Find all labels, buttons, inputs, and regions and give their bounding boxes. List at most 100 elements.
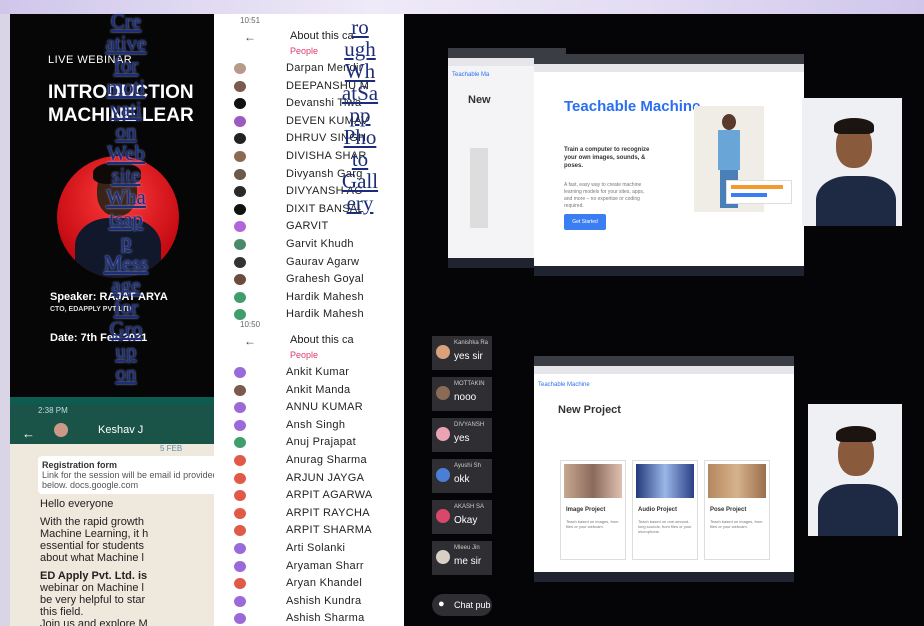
project-text: Teach based on images, from files or you… (566, 519, 619, 529)
member-row[interactable]: Ashish Kundra (214, 593, 404, 611)
member-avatar (234, 525, 246, 537)
chat-line: webinar on Machine l (40, 582, 144, 594)
member-avatar (234, 455, 246, 466)
overlay-word: site (111, 163, 141, 187)
member-row[interactable]: Aryan Khandel (214, 575, 404, 593)
overlay-word: Mess (103, 251, 149, 275)
member-avatar (234, 151, 246, 162)
overlay-word: tsap (109, 207, 143, 231)
overlay-word: ugh (344, 37, 376, 61)
back-arrow-icon[interactable]: ← (244, 30, 256, 44)
link-preview-bubble[interactable]: Registration form Link for the session w… (38, 456, 214, 494)
chat-line: this field. (40, 606, 84, 618)
project-text: Teach based on one-second-long sounds, f… (638, 519, 692, 534)
member-avatar (234, 367, 246, 378)
member-row[interactable]: Ashish Sharma (214, 610, 404, 626)
member-avatar (234, 419, 246, 431)
tm-small-new: New (468, 94, 491, 106)
member-row[interactable]: Ansh Singh (214, 417, 404, 435)
participant-chip[interactable]: DIVYANSH yes (432, 418, 492, 452)
tm-tagline: Train a computer to recognize your own i… (564, 147, 650, 169)
participant-message: me sir (454, 556, 482, 567)
member-row[interactable]: Ankit Kumar (214, 364, 404, 382)
participant-name: Mleeu Jin (454, 545, 480, 551)
member-name: ANNU KUMAR (286, 401, 363, 414)
chat-line: essential for students (40, 540, 144, 552)
shared-screen-teachable: Teachable Machine Train a computer to re… (534, 54, 804, 276)
pose-project-card[interactable]: Pose Project Teach based on images, from… (704, 460, 770, 560)
member-name: GARVIT (286, 220, 329, 233)
contact-name[interactable]: Keshav J (98, 424, 143, 436)
overlay-word: for (113, 295, 139, 319)
participant-avatar (436, 345, 450, 359)
zoom-meeting-area: Teachable Ma New Teachable Machine Train… (404, 14, 924, 626)
member-row[interactable]: ARJUN JAYGA (214, 470, 404, 488)
member-row[interactable]: ARPIT AGARWA (214, 487, 404, 505)
member-row[interactable]: ARPIT SHARMA (214, 522, 404, 540)
member-avatar (234, 63, 246, 74)
member-avatar (234, 437, 246, 449)
browser-urlbar (534, 64, 804, 72)
project-thumb (708, 464, 766, 498)
member-name: Anurag Sharma (286, 454, 367, 466)
member-name: Ansh Singh (286, 418, 346, 431)
back-arrow-icon[interactable]: ← (244, 334, 256, 348)
member-row[interactable]: Anurag Sharma (214, 452, 404, 470)
overlay-word: Gall (341, 169, 379, 193)
chat-message-text: Hello everyone With the rapid growth Machi… (40, 498, 214, 626)
member-name: Arti Solanki (286, 542, 346, 554)
bubble-title: Registration form (42, 460, 118, 470)
participant-chip[interactable]: Kanishka Ra yes sir (432, 336, 492, 370)
overlay-word: Web (107, 141, 145, 165)
member-row[interactable]: Garvit Khudh (214, 236, 404, 254)
member-avatar (234, 168, 246, 180)
participant-chip[interactable]: Ayushi Sh okk (432, 459, 492, 493)
participant-name: Ayushi Sh (454, 463, 481, 469)
class-card (726, 180, 792, 204)
participant-chip[interactable]: MOTTAKIN nooo (432, 377, 492, 411)
member-row[interactable]: Ankit Manda (214, 382, 404, 400)
overlay-word: age (111, 273, 141, 297)
member-avatar (234, 115, 246, 127)
get-started-button[interactable]: Get Started (564, 214, 606, 230)
member-name: ARJUN JAYGA (286, 471, 365, 484)
back-arrow-icon[interactable]: ← (22, 426, 35, 441)
member-row[interactable]: ARPIT RAYCHA (214, 505, 404, 523)
member-row[interactable]: Hardik Mahesh (214, 289, 404, 307)
overlay-text-left: Cre ative for moti vati on Web site Wha tsap p Mess… (86, 10, 166, 384)
participant-chip[interactable]: AKASH SA Okay (432, 500, 492, 534)
chat-public-button[interactable]: ● Chat pub (432, 594, 492, 616)
tm-description: A fast, easy way to create machine learn… (564, 182, 645, 209)
participant-avatar (436, 509, 450, 523)
contact-avatar[interactable] (54, 423, 68, 437)
browser-tabbar (534, 356, 794, 366)
overlay-word: ery (346, 191, 374, 215)
member-row[interactable]: Anuj Prajapat (214, 434, 404, 452)
member-name: Aryan Khandel (286, 577, 363, 590)
member-avatar (234, 133, 246, 145)
member-row[interactable]: GARVIT (214, 218, 404, 236)
overlay-text-middle: ro ugh Wh atSa pp Pho to Gall ery (322, 16, 398, 214)
member-row[interactable]: Aryaman Sharr (214, 558, 404, 576)
member-avatar (234, 402, 246, 414)
project-thumb (564, 464, 622, 498)
member-avatar (234, 186, 246, 198)
member-row[interactable]: ANNU KUMAR (214, 399, 404, 417)
participant-avatar (436, 386, 450, 400)
overlay-word: p (120, 229, 132, 253)
member-avatar (234, 239, 246, 250)
participant-name: DIVYANSH (454, 422, 485, 428)
participant-message: nooo (454, 392, 477, 403)
member-avatar (234, 221, 246, 233)
overlay-word: pp (349, 103, 371, 127)
participant-chip[interactable]: Mleeu Jin me sir (432, 541, 492, 575)
member-avatar (234, 490, 246, 502)
chat-line: Machine Learning, it h (40, 528, 149, 540)
audio-project-card[interactable]: Audio Project Teach based on one-second-… (632, 460, 698, 560)
member-row[interactable]: Arti Solanki (214, 540, 404, 558)
presenter-video-2 (808, 404, 902, 536)
image-project-card[interactable]: Image Project Teach based on images, fro… (560, 460, 626, 560)
member-row[interactable]: Grahesh Goyal (214, 271, 404, 289)
member-row[interactable]: Gaurav Agarw (214, 254, 404, 272)
member-avatar (234, 203, 246, 215)
